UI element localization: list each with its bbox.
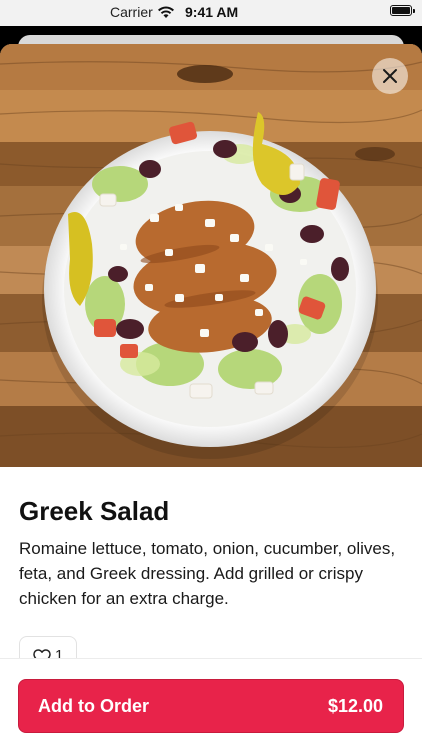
item-description: Romaine lettuce, tomato, onion, cucumber…: [19, 539, 396, 608]
item-photo: [0, 44, 422, 467]
add-to-order-button[interactable]: Add to Order $12.00: [18, 679, 404, 733]
greek-salad-photo-icon: [0, 44, 422, 467]
status-bar: Carrier 9:41 AM: [0, 0, 422, 26]
add-to-order-label: Add to Order: [38, 696, 149, 716]
battery-icon: [390, 5, 415, 16]
close-button[interactable]: [372, 58, 408, 94]
wifi-icon: [158, 6, 174, 18]
order-footer: Add to Order $12.00: [0, 658, 422, 750]
clock: 9:41 AM: [185, 4, 239, 20]
app-screen: Carrier 9:41 AM Greek Salad Romaine lett…: [0, 0, 422, 750]
carrier-label: Carrier: [110, 4, 153, 20]
close-icon: [383, 69, 397, 83]
item-detail-sheet: Greek Salad Romaine lettuce, tomato, oni…: [0, 44, 422, 750]
item-price: $12.00: [327, 696, 383, 716]
item-title: Greek Salad: [19, 496, 170, 526]
